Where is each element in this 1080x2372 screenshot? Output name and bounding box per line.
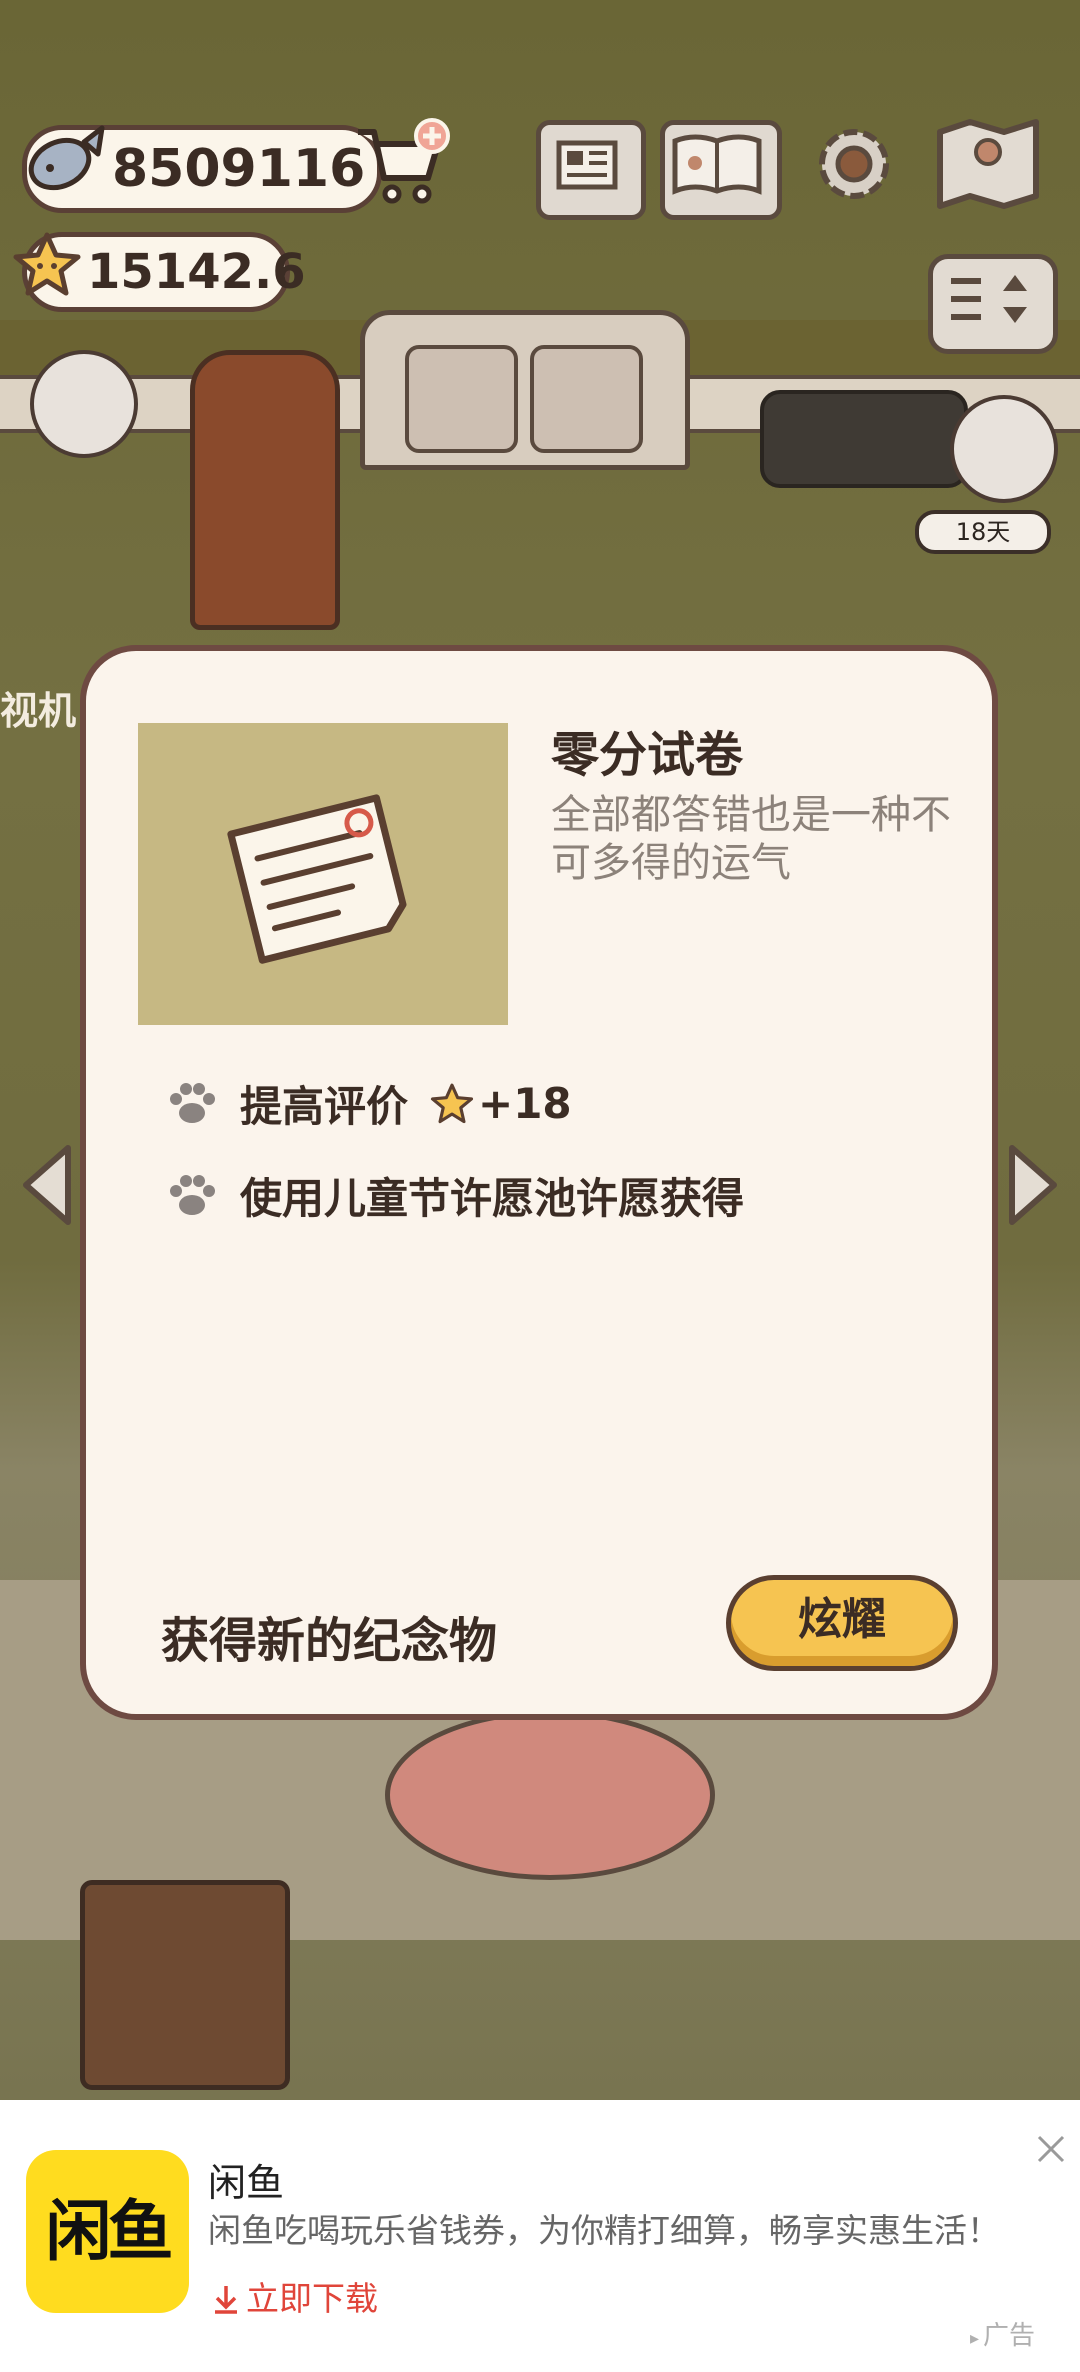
item-name: 零分试卷 bbox=[551, 727, 744, 783]
download-arrow-icon bbox=[215, 2286, 237, 2314]
item-image-frame bbox=[138, 723, 508, 1025]
settings-button[interactable] bbox=[808, 118, 900, 210]
effect-label: 提高评价 bbox=[240, 1082, 409, 1131]
new-memento-message: 获得新的纪念物 bbox=[161, 1613, 498, 1669]
next-arrow-icon[interactable] bbox=[1002, 1140, 1062, 1230]
effect-reward: +18 bbox=[478, 1079, 572, 1128]
effect-rating: 提高评价 +18 bbox=[166, 1073, 572, 1134]
paw-icon bbox=[170, 1082, 215, 1123]
gate-door-left bbox=[405, 345, 518, 453]
star-icon bbox=[430, 1083, 474, 1123]
bbq-grill[interactable] bbox=[760, 390, 968, 488]
fish-count: 8509116 bbox=[112, 139, 366, 199]
ball-pool[interactable] bbox=[385, 1710, 715, 1880]
ad-title[interactable]: 闲鱼 bbox=[208, 2152, 284, 2207]
download-link[interactable]: 立即下载 bbox=[212, 2272, 378, 2320]
cat-character[interactable] bbox=[950, 395, 1058, 503]
cart-plus-icon[interactable] bbox=[352, 118, 452, 210]
ad-source-icon: ▸ bbox=[970, 2328, 980, 2349]
logo-text: 闲鱼 bbox=[45, 2193, 174, 2270]
aquarium-cabinet[interactable] bbox=[80, 1880, 290, 2090]
show-off-button[interactable]: 炫耀 bbox=[726, 1575, 958, 1671]
previous-arrow-icon[interactable] bbox=[18, 1140, 78, 1230]
gate-door-right bbox=[530, 345, 643, 453]
tv-label[interactable]: 视机 bbox=[0, 680, 76, 735]
test-paper-icon bbox=[227, 794, 407, 964]
ad-tag: ▸ 广告 bbox=[970, 2315, 1035, 2352]
ad-description: 闲鱼吃喝玩乐省钱券，为你精打细算，畅享实惠生活！ bbox=[208, 2211, 1000, 2250]
newspaper-button[interactable] bbox=[536, 120, 646, 220]
sort-toggle-button[interactable] bbox=[928, 254, 1058, 354]
memento-dialog: 零分试卷 全部都答错也是一种不可多得的运气 提高评价 +18 使用儿童节许愿池许… bbox=[80, 645, 998, 1720]
map-button[interactable] bbox=[932, 114, 1044, 214]
star-rating: 15142.6 bbox=[87, 244, 306, 300]
newspaper-icon bbox=[556, 140, 618, 190]
ad-banner[interactable]: 闲鱼 闲鱼 闲鱼吃喝玩乐省钱券，为你精打细算，畅享实惠生活！ 立即下载 ▸ 广告 bbox=[0, 2100, 1080, 2372]
item-description: 全部都答错也是一种不可多得的运气 bbox=[551, 792, 951, 886]
cat-book-button[interactable] bbox=[660, 120, 782, 220]
star-icon bbox=[13, 232, 81, 296]
garden-gate[interactable] bbox=[360, 310, 690, 470]
download-label: 立即下载 bbox=[246, 2279, 378, 2318]
effect-source: 使用儿童节许愿池许愿获得 bbox=[166, 1165, 744, 1226]
sort-toggle-icon bbox=[951, 275, 1027, 323]
close-icon[interactable] bbox=[1034, 2132, 1068, 2166]
effect-label: 使用儿童节许愿池许愿获得 bbox=[240, 1174, 745, 1223]
postbox[interactable] bbox=[190, 350, 340, 630]
xianyu-logo[interactable]: 闲鱼 bbox=[26, 2150, 189, 2313]
fish-icon bbox=[28, 125, 105, 191]
paw-icon bbox=[170, 1174, 215, 1215]
gear-icon bbox=[819, 129, 889, 199]
day-badge: 18天 bbox=[915, 510, 1051, 554]
cat-book-icon bbox=[672, 134, 762, 195]
cat-character[interactable] bbox=[30, 350, 138, 458]
map-icon bbox=[937, 119, 1039, 209]
ad-tag-label: 广告 bbox=[983, 2321, 1036, 2351]
